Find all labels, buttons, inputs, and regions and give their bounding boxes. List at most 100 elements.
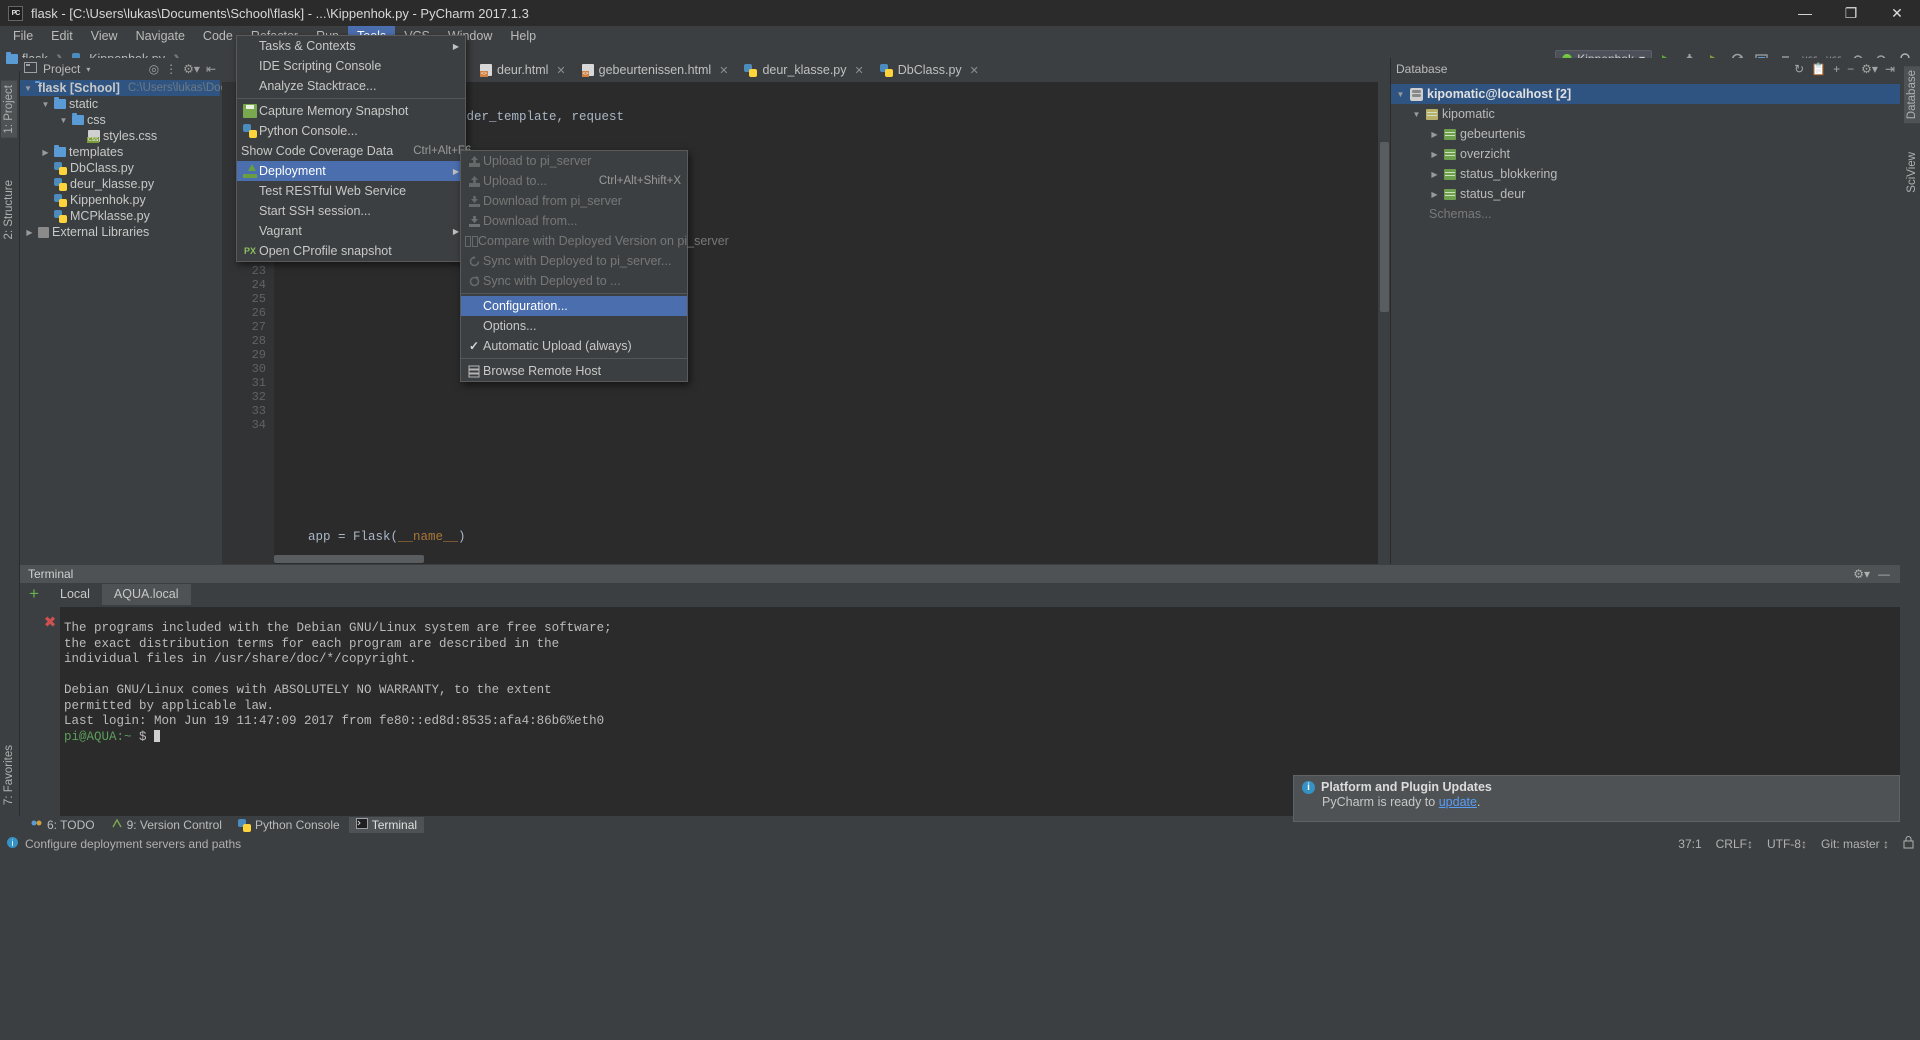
menu-item-test-restful-web-service[interactable]: Test RESTful Web Service [237, 181, 465, 201]
sidebar-item-sciview[interactable]: SciView [1904, 148, 1920, 197]
menu-item-show-code-coverage-data[interactable]: Show Code Coverage Data Ctrl+Alt+F6 [237, 141, 471, 161]
tree-item-mcpklasse-py[interactable]: MCPklasse.py [20, 208, 220, 224]
scrollbar-thumb-h[interactable] [274, 555, 424, 563]
tree-item-static[interactable]: ▼ static [20, 96, 220, 112]
menu-item-vagrant[interactable]: Vagrant ▶ [237, 221, 465, 241]
menu-file[interactable]: File [4, 26, 42, 47]
menu-item-ide-scripting-console[interactable]: IDE Scripting Console [237, 56, 465, 76]
editor-tab-deur-klasse-py[interactable]: deur_klasse.py ✕ [736, 60, 871, 82]
sidebar-item-project[interactable]: 1: Project [1, 81, 17, 138]
db-item-connection[interactable]: ▼ kipomatic@localhost [2] [1391, 84, 1901, 104]
submenu-item-options[interactable]: Options... [461, 316, 687, 336]
db-item-table-overzicht[interactable]: ▶ overzicht [1391, 144, 1901, 164]
menu-item-capture-memory-snapshot[interactable]: Capture Memory Snapshot [237, 101, 465, 121]
hide-panel-icon[interactable]: — [1878, 567, 1890, 581]
close-icon[interactable]: ✕ [719, 64, 728, 77]
scrollbar-thumb[interactable] [1380, 142, 1389, 312]
close-icon[interactable]: ✕ [556, 64, 565, 77]
copy-icon[interactable]: 📋 [1811, 62, 1826, 76]
git-branch[interactable]: Git: master ↕ [1821, 837, 1889, 851]
menu-item-analyze-stacktrace[interactable]: Analyze Stacktrace... [237, 76, 465, 96]
close-icon[interactable]: ✕ [1874, 0, 1920, 26]
twisty-icon[interactable]: ▼ [58, 116, 69, 125]
twisty-icon[interactable]: ▶ [1429, 130, 1440, 139]
settings-gear-icon[interactable]: ⚙▾ [1861, 62, 1878, 76]
editor-tab-deur-html[interactable]: deur.html ✕ [472, 60, 574, 82]
editor-vertical-scrollbar[interactable] [1378, 82, 1390, 564]
notification-balloon[interactable]: i Platform and Plugin Updates PyCharm is… [1293, 775, 1900, 822]
settings-gear-icon[interactable]: ⚙▾ [183, 62, 200, 76]
locate-icon[interactable]: ◎ [149, 62, 159, 76]
tree-item-styles-css[interactable]: styles.css [20, 128, 220, 144]
bottom-tab-terminal[interactable]: Terminal [348, 817, 425, 833]
lock-icon[interactable] [1903, 836, 1914, 852]
hide-panel-icon[interactable]: ⇥ [1885, 62, 1895, 76]
twisty-icon[interactable]: ▶ [24, 228, 35, 237]
editor-horizontal-scrollbar[interactable] [274, 554, 1374, 564]
tree-item-flask[interactable]: ▼ flask [School] C:\Users\lukas\Docum [20, 80, 242, 96]
bottom-tab-todo[interactable]: 6: TODO [24, 817, 102, 833]
tree-item-deur-klasse-py[interactable]: deur_klasse.py [20, 176, 220, 192]
menu-code[interactable]: Code [194, 26, 242, 47]
minimize-icon[interactable]: — [1782, 0, 1828, 26]
terminal-tab-local[interactable]: Local [48, 584, 102, 605]
db-item-schema-kipomatic[interactable]: ▼ kipomatic [1391, 104, 1901, 124]
db-item-table-gebeurtenis[interactable]: ▶ gebeurtenis [1391, 124, 1901, 144]
menu-edit[interactable]: Edit [42, 26, 82, 47]
twisty-icon[interactable]: ▶ [40, 148, 51, 157]
tree-item-css[interactable]: ▼ css [20, 112, 220, 128]
collapse-all-icon[interactable]: ⋮ [165, 62, 177, 76]
twisty-icon[interactable]: ▼ [1395, 90, 1406, 99]
close-terminal-session-button[interactable]: ✖ [40, 613, 60, 631]
db-item-table-status-blokkering[interactable]: ▶ status_blokkering [1391, 164, 1901, 184]
sidebar-item-favorites[interactable]: 7: Favorites [1, 741, 17, 809]
menu-item-tasks-contexts[interactable]: Tasks & Contexts ▶ [237, 36, 465, 56]
menu-help[interactable]: Help [501, 26, 545, 47]
close-icon[interactable]: ✕ [855, 64, 864, 77]
deployment-submenu[interactable]: Upload to pi_server Upload to... Ctrl+Al… [460, 150, 729, 382]
chevron-down-icon[interactable]: ▾ [86, 65, 90, 74]
close-icon[interactable]: ✕ [970, 64, 979, 77]
bottom-tab-version-control[interactable]: 9: Version Control [104, 817, 229, 833]
submenu-item-configuration[interactable]: Configuration... [461, 296, 687, 316]
menu-view[interactable]: View [82, 26, 127, 47]
add-icon[interactable]: + [1833, 62, 1840, 76]
tree-item-external-libraries[interactable]: ▶ External Libraries [20, 224, 220, 240]
tools-menu[interactable]: Tasks & Contexts ▶ IDE Scripting Console… [236, 35, 471, 262]
tree-item-kippenhok-py[interactable]: Kippenhok.py [20, 192, 220, 208]
submenu-item-browse-remote-host[interactable]: Browse Remote Host [461, 361, 687, 381]
twisty-icon[interactable]: ▶ [1429, 190, 1440, 199]
hide-panel-icon[interactable]: ⇤ [206, 62, 216, 76]
caret-position[interactable]: 37:1 [1678, 837, 1701, 851]
twisty-icon[interactable]: ▶ [1429, 150, 1440, 159]
db-item-table-status-deur[interactable]: ▶ status_deur [1391, 184, 1901, 204]
editor-tab-gebeurtenissen-html[interactable]: gebeurtenissen.html ✕ [574, 60, 737, 82]
editor-tab-dbclass-py[interactable]: DbClass.py ✕ [872, 60, 987, 82]
sidebar-item-database[interactable]: Database [1904, 66, 1920, 124]
update-link[interactable]: update [1439, 795, 1477, 809]
submenu-item-automatic-upload[interactable]: ✓ Automatic Upload (always) [461, 336, 687, 356]
bottom-tab-python-console[interactable]: Python Console [231, 817, 347, 833]
file-encoding[interactable]: UTF-8↕ [1767, 837, 1807, 851]
sidebar-item-structure[interactable]: 2: Structure [1, 176, 17, 243]
line-separator[interactable]: CRLF↕ [1716, 837, 1753, 851]
twisty-icon[interactable]: ▼ [1411, 110, 1422, 119]
terminal-tab-aqua-local[interactable]: AQUA.local [101, 583, 191, 605]
twisty-icon[interactable]: ▼ [24, 84, 32, 93]
tree-item-dbclass-py[interactable]: DbClass.py [20, 160, 220, 176]
menu-item-deployment[interactable]: Deployment ▶ [237, 161, 465, 181]
tree-item-templates[interactable]: ▶ templates [20, 144, 220, 160]
twisty-icon[interactable]: ▼ [40, 100, 51, 109]
add-terminal-tab-button[interactable]: + [20, 585, 48, 603]
remove-icon[interactable]: − [1847, 62, 1854, 76]
db-item-schemas[interactable]: Schemas... [1391, 204, 1901, 224]
maximize-icon[interactable]: ❐ [1828, 0, 1874, 26]
menu-navigate[interactable]: Navigate [127, 26, 194, 47]
menu-item-python-console[interactable]: Python Console... [237, 121, 465, 141]
refresh-icon[interactable]: ↻ [1794, 62, 1804, 76]
menu-item-start-ssh-session[interactable]: Start SSH session... [237, 201, 465, 221]
project-tree[interactable]: ▼ flask [School] C:\Users\lukas\Docum ▼ … [20, 80, 242, 240]
menu-item-open-cprofile-snapshot[interactable]: PX Open CProfile snapshot [237, 241, 465, 261]
twisty-icon[interactable]: ▶ [1429, 170, 1440, 179]
database-tree[interactable]: ▼ kipomatic@localhost [2] ▼ kipomatic ▶ … [1391, 84, 1901, 224]
